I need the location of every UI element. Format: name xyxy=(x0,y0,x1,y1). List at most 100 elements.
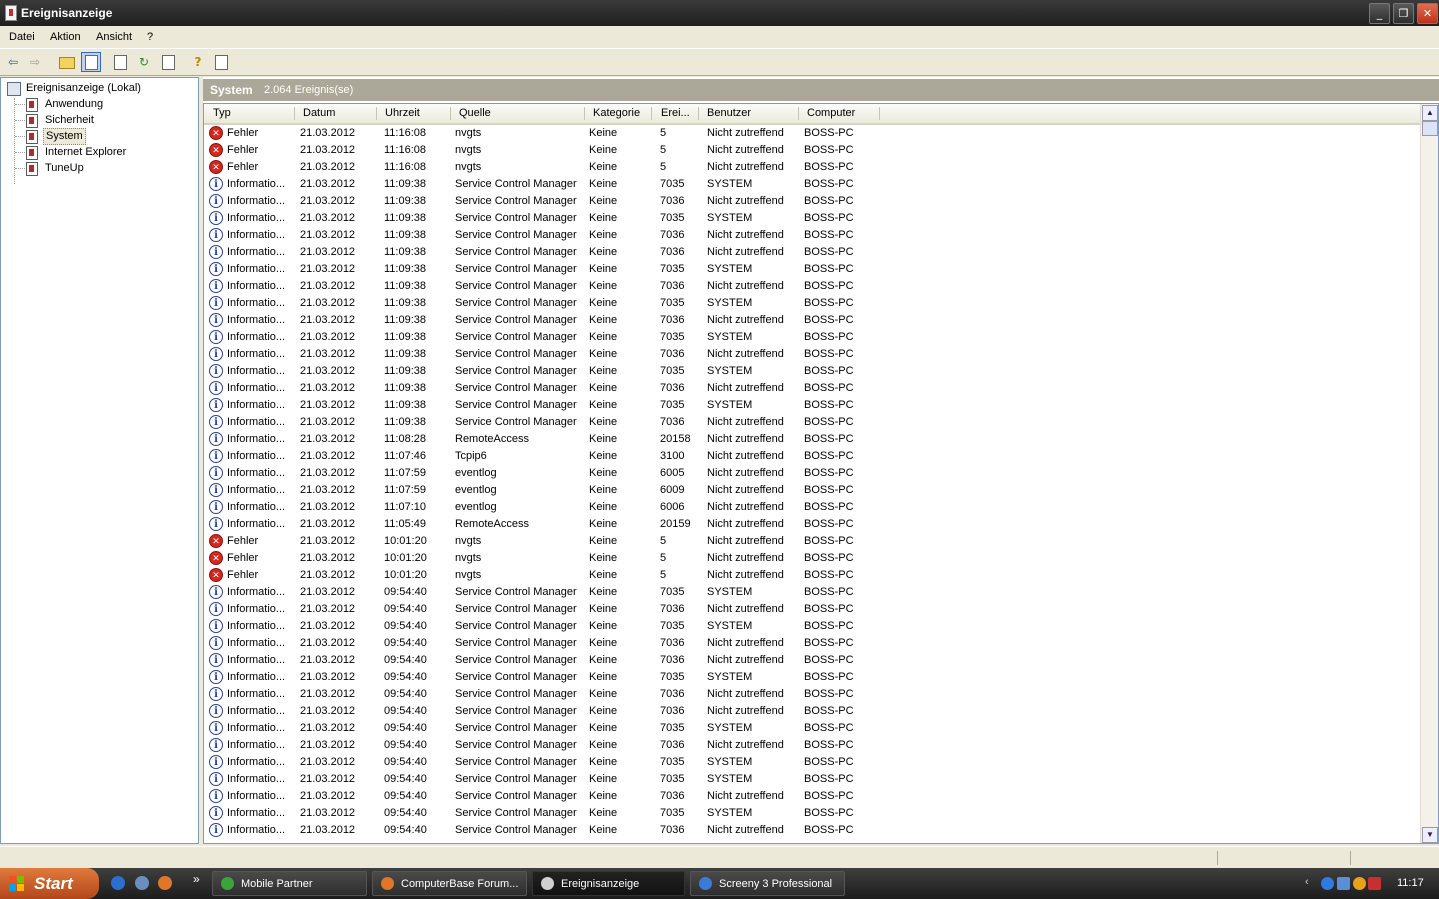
table-row[interactable]: ✕ Fehler 21.03.2012 11:16:08 nvgts Keine 5 Nich… xyxy=(204,142,1420,159)
table-row[interactable]: i Informatio... 21.03.2012 09:54:40 Service … xyxy=(204,822,1420,839)
show-hide-tree-button[interactable] xyxy=(81,52,101,72)
menu-help[interactable]: ? xyxy=(147,31,153,43)
table-row[interactable]: ✕ Fehler 21.03.2012 11:16:08 nvgts Keine 5 Nich… xyxy=(204,125,1420,142)
table-row[interactable]: i Informatio... 21.03.2012 09:54:40 Service … xyxy=(204,720,1420,737)
table-row[interactable]: i Informatio... 21.03.2012 09:54:40 Service … xyxy=(204,771,1420,788)
console-tree[interactable]: Ereignisanzeige (Lokal) Anwendung Sicherh… xyxy=(0,77,199,844)
column-divider[interactable] xyxy=(584,107,585,120)
vertical-scrollbar[interactable]: ▲ ▼ xyxy=(1420,104,1438,843)
column-divider[interactable] xyxy=(294,107,295,120)
table-row[interactable]: i Informatio... 21.03.2012 11:09:38 Service … xyxy=(204,210,1420,227)
refresh-button[interactable]: ↻ xyxy=(134,52,154,72)
table-row[interactable]: i Informatio... 21.03.2012 09:54:40 Service … xyxy=(204,652,1420,669)
minimize-button[interactable]: _ xyxy=(1369,3,1390,24)
column-divider[interactable] xyxy=(651,107,652,120)
network-icon[interactable] xyxy=(135,876,149,890)
table-row[interactable]: i Informatio... 21.03.2012 11:09:38 Service … xyxy=(204,176,1420,193)
display-icon[interactable] xyxy=(1337,877,1350,890)
scroll-up-button[interactable]: ▲ xyxy=(1422,105,1438,121)
tree-item-sicherheit[interactable]: Sicherheit xyxy=(26,113,186,128)
table-row[interactable]: i Informatio... 21.03.2012 09:54:40 Service … xyxy=(204,686,1420,703)
taskbar-button[interactable]: Screeny 3 Professional xyxy=(690,871,845,896)
column-divider[interactable] xyxy=(798,107,799,120)
maximize-button[interactable]: ❐ xyxy=(1393,3,1414,24)
quicklaunch-more-icon[interactable]: » xyxy=(193,872,200,886)
table-row[interactable]: i Informatio... 21.03.2012 11:09:38 Service … xyxy=(204,244,1420,261)
table-row[interactable]: i Informatio... 21.03.2012 09:54:40 Service … xyxy=(204,805,1420,822)
table-row[interactable]: i Informatio... 21.03.2012 09:54:40 Service … xyxy=(204,618,1420,635)
clock[interactable]: 11:17 xyxy=(1397,877,1424,889)
table-row[interactable]: i Informatio... 21.03.2012 09:54:40 Service … xyxy=(204,703,1420,720)
table-row[interactable]: i Informatio... 21.03.2012 09:54:40 Service … xyxy=(204,669,1420,686)
table-row[interactable]: i Informatio... 21.03.2012 09:54:40 Service … xyxy=(204,737,1420,754)
table-row[interactable]: i Informatio... 21.03.2012 11:09:38 Service … xyxy=(204,346,1420,363)
menu-ansicht[interactable]: Ansicht xyxy=(96,31,132,43)
title-bar[interactable]: Ereignisanzeige _ ❐ ✕ xyxy=(0,0,1439,26)
table-row[interactable]: ✕ Fehler 21.03.2012 10:01:20 nvgts Keine 5 Nich… xyxy=(204,550,1420,567)
table-row[interactable]: i Informatio... 21.03.2012 11:07:46 Tcpip6 Ke… xyxy=(204,448,1420,465)
table-row[interactable]: i Informatio... 21.03.2012 11:09:38 Service … xyxy=(204,193,1420,210)
col-quelle-header[interactable]: Quelle xyxy=(459,107,491,121)
close-button[interactable]: ✕ xyxy=(1417,3,1438,24)
forward-button[interactable]: ⇨ xyxy=(25,52,45,72)
taskbar-button[interactable]: Mobile Partner xyxy=(212,871,367,896)
col-ereignis-header[interactable]: Erei... xyxy=(661,107,690,121)
menu-datei[interactable]: Datei xyxy=(9,31,35,43)
up-level-button[interactable] xyxy=(57,52,77,72)
table-row[interactable]: i Informatio... 21.03.2012 09:54:40 Service … xyxy=(204,601,1420,618)
table-row[interactable]: i Informatio... 21.03.2012 11:07:10 eventlog… xyxy=(204,499,1420,516)
event-list[interactable]: Typ Datum Uhrzeit Quelle Kategorie Erei... Ben… xyxy=(203,103,1439,844)
table-row[interactable]: i Informatio... 21.03.2012 11:09:38 Service … xyxy=(204,397,1420,414)
security-alert-icon[interactable] xyxy=(1368,877,1381,890)
column-divider[interactable] xyxy=(698,107,699,120)
col-typ-header[interactable]: Typ xyxy=(213,107,231,121)
tree-item-system[interactable]: System xyxy=(26,128,186,145)
tree-root[interactable]: Ereignisanzeige (Lokal) xyxy=(7,81,197,96)
scroll-thumb[interactable] xyxy=(1422,121,1438,136)
table-row[interactable]: i Informatio... 21.03.2012 09:54:40 Service … xyxy=(204,754,1420,771)
table-row[interactable]: i Informatio... 21.03.2012 09:54:40 Service … xyxy=(204,635,1420,652)
internet-explorer-icon[interactable] xyxy=(111,876,125,890)
table-row[interactable]: i Informatio... 21.03.2012 11:09:38 Service … xyxy=(204,329,1420,346)
update-icon[interactable] xyxy=(1353,877,1366,890)
taskbar-button[interactable]: Ereignisanzeige xyxy=(532,871,685,896)
table-row[interactable]: i Informatio... 21.03.2012 11:09:38 Service … xyxy=(204,380,1420,397)
export-list-button[interactable] xyxy=(158,52,178,72)
firefox-icon[interactable] xyxy=(158,876,172,890)
network-status-icon[interactable] xyxy=(1321,877,1334,890)
table-row[interactable]: i Informatio... 21.03.2012 11:07:59 eventlog… xyxy=(204,482,1420,499)
table-row[interactable]: ✕ Fehler 21.03.2012 11:16:08 nvgts Keine 5 Nich… xyxy=(204,159,1420,176)
table-row[interactable]: i Informatio... 21.03.2012 11:09:38 Service … xyxy=(204,312,1420,329)
table-row[interactable]: i Informatio... 21.03.2012 11:09:38 Service … xyxy=(204,363,1420,380)
tree-item-tuneup[interactable]: TuneUp xyxy=(26,161,186,176)
table-row[interactable]: i Informatio... 21.03.2012 11:09:38 Service … xyxy=(204,278,1420,295)
table-row[interactable]: i Informatio... 21.03.2012 11:08:28 RemoteAc… xyxy=(204,431,1420,448)
col-kategorie-header[interactable]: Kategorie xyxy=(593,107,640,121)
action-pane-button[interactable] xyxy=(211,52,231,72)
table-row[interactable]: ✕ Fehler 21.03.2012 10:01:20 nvgts Keine 5 Nich… xyxy=(204,533,1420,550)
start-button[interactable]: Start xyxy=(0,868,99,899)
col-computer-header[interactable]: Computer xyxy=(807,107,855,121)
properties-button[interactable] xyxy=(110,52,130,72)
back-button[interactable]: ⇦ xyxy=(3,52,23,72)
menu-aktion[interactable]: Aktion xyxy=(50,31,81,43)
table-row[interactable]: i Informatio... 21.03.2012 11:09:38 Service … xyxy=(204,295,1420,312)
table-row[interactable]: i Informatio... 21.03.2012 11:07:59 eventlog… xyxy=(204,465,1420,482)
table-row[interactable]: i Informatio... 21.03.2012 11:09:38 Service … xyxy=(204,414,1420,431)
table-row[interactable]: i Informatio... 21.03.2012 09:54:40 Service … xyxy=(204,788,1420,805)
col-datum-header[interactable]: Datum xyxy=(303,107,335,121)
table-row[interactable]: i Informatio... 21.03.2012 09:54:40 Service … xyxy=(204,584,1420,601)
table-row[interactable]: i Informatio... 21.03.2012 11:05:49 RemoteAc… xyxy=(204,516,1420,533)
column-divider[interactable] xyxy=(879,107,880,120)
chevron-left-icon[interactable]: ‹ xyxy=(1305,876,1309,888)
scroll-down-button[interactable]: ▼ xyxy=(1422,827,1438,843)
table-row[interactable]: i Informatio... 21.03.2012 11:09:38 Service … xyxy=(204,227,1420,244)
table-row[interactable]: i Informatio... 21.03.2012 11:09:38 Service … xyxy=(204,261,1420,278)
taskbar-button[interactable]: ComputerBase Forum... xyxy=(372,871,527,896)
table-row[interactable]: ✕ Fehler 21.03.2012 10:01:20 nvgts Keine 5 Nich… xyxy=(204,567,1420,584)
col-benutzer-header[interactable]: Benutzer xyxy=(707,107,751,121)
tree-item-internet-explorer[interactable]: Internet Explorer xyxy=(26,145,186,160)
tree-item-anwendung[interactable]: Anwendung xyxy=(26,97,186,112)
event-rows[interactable]: ✕ Fehler 21.03.2012 11:16:08 nvgts Keine 5 Nich… xyxy=(204,125,1420,843)
help-button[interactable]: ? xyxy=(188,52,208,72)
